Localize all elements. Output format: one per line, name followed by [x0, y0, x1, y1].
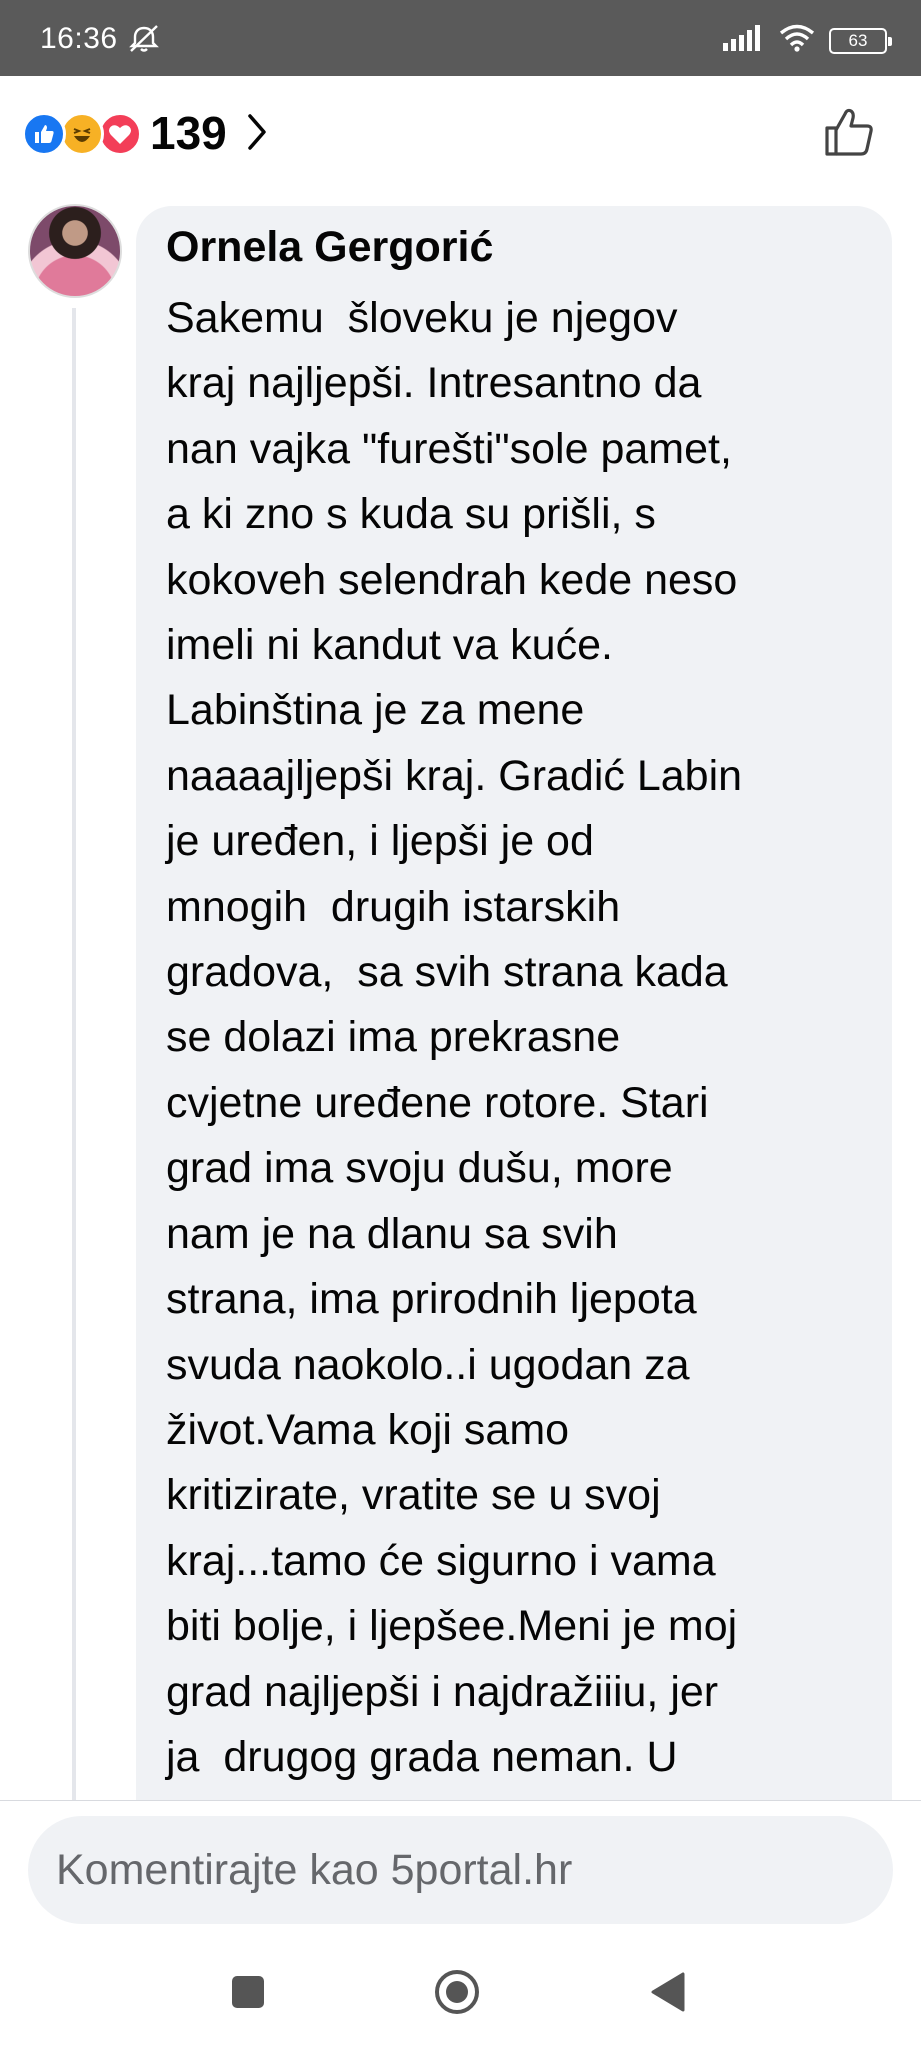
dnd-off-icon [126, 24, 162, 59]
comment-line: svuda naokolo..i ugodan za [166, 1340, 690, 1389]
comment-line: se dolazi ima prekrasne [166, 1013, 621, 1062]
comment-line: cvjetne uređene rotore. Stari [166, 1078, 709, 1127]
recents-button[interactable] [224, 1968, 272, 2016]
comment-line: biti bolje, i ljepšee.Meni je moj [166, 1602, 738, 1651]
comment-line: je uređen, i ljepši je od [166, 817, 594, 866]
back-button[interactable] [643, 1968, 691, 2016]
battery-icon: 63 [829, 27, 892, 54]
status-time: 16:36 [40, 22, 118, 55]
chevron-right-icon [246, 112, 268, 157]
system-nav-bar [0, 1940, 921, 2048]
reactions-summary[interactable]: 139 [0, 96, 921, 172]
reaction-count: 139 [150, 107, 227, 159]
comment-line: život.Vama koji samo [166, 1405, 570, 1454]
comment-line: ja drugog grada neman. U [166, 1732, 678, 1781]
thread-line [72, 308, 76, 1808]
comment-line: Labinština je za mene [166, 686, 585, 735]
comment-line: strana, ima prirodnih ljepota [166, 1275, 697, 1324]
circle-icon [435, 1970, 479, 2014]
comment-author[interactable]: Ornela Gergorić [166, 222, 493, 272]
like-reaction-icon [22, 112, 66, 156]
comment-thread: Ornela Gergorić Sakemu šloveku je njegov… [0, 200, 921, 1856]
thumbs-up-outline-icon [825, 108, 873, 156]
signal-icon [723, 25, 765, 56]
comment-line: imeli ni kandut va kuće. [166, 621, 613, 670]
status-bar: 16:36 63 [0, 0, 921, 76]
comment-composer [0, 1800, 921, 1941]
comment-line: kraj...tamo će sigurno i vama [166, 1536, 716, 1585]
comment-line: mnogih drugih istarskih [166, 882, 621, 931]
wifi-icon [779, 24, 815, 57]
haha-reaction-icon [60, 112, 104, 156]
comment-line: nan vajka "furešti"sole pamet, [166, 424, 732, 473]
comment-input[interactable] [28, 1816, 893, 1924]
comment-line: naaaajljepši kraj. Gradić Labin [166, 751, 743, 800]
love-reaction-icon [98, 112, 142, 156]
comment-line: gradova, sa svih strana kada [166, 948, 728, 997]
comment-line: a ki zno s kuda su prišli, s [166, 490, 656, 539]
avatar[interactable] [28, 204, 122, 298]
comment-line: grad ima svoju dušu, more [166, 1144, 673, 1193]
comment-line: kokoveh selendrah kede neso [166, 555, 738, 604]
comment-line: nam je na dlanu sa svih [166, 1209, 618, 1258]
square-icon [232, 1976, 264, 2008]
comment-line: kraj najljepši. Intresantno da [166, 359, 702, 408]
comment-line: Sakemu šloveku je njegov [166, 294, 678, 342]
comment-line: kritizirate, vratite se u svoj [166, 1471, 661, 1520]
comment-text: Sakemu šloveku je njegov kraj najljepši.… [166, 286, 886, 1790]
like-button[interactable] [821, 104, 877, 160]
comment-line: grad najljepši i najdražiiiu, jer [166, 1667, 719, 1716]
triangle-back-icon [651, 1972, 685, 2012]
home-button[interactable] [433, 1968, 481, 2016]
